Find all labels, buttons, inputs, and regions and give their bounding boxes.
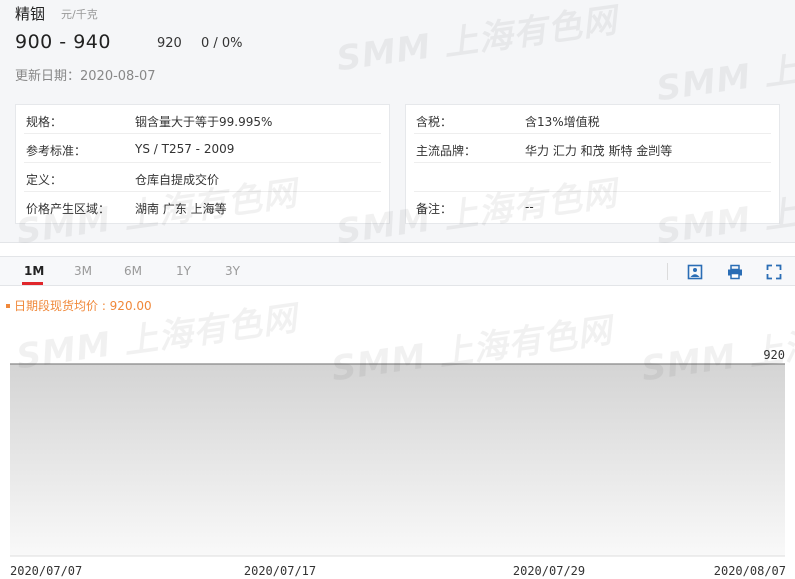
- info-row-brands: 主流品牌： 华力 汇力 和茂 斯特 金剀等: [414, 134, 771, 163]
- info-row-empty: [414, 163, 771, 192]
- info-row-region: 价格产生区域： 湖南 广东 上海等: [24, 192, 381, 221]
- info-label: 含税：: [416, 115, 453, 129]
- info-label: 参考标准：: [26, 144, 87, 158]
- price-unit: 元/千克: [61, 8, 98, 21]
- spec-info-left: 规格： 铟含量大于等于99.995% 参考标准： YS / T257 - 200…: [15, 104, 390, 224]
- price-change: 0 / 0%: [201, 36, 243, 51]
- info-value: 仓库自提成交价: [135, 173, 220, 187]
- info-label: 定义：: [26, 173, 63, 187]
- info-value: 含13%增值税: [525, 115, 600, 129]
- info-value: 铟含量大于等于99.995%: [135, 115, 273, 129]
- info-label: 备注：: [416, 202, 453, 216]
- update-date: 更新日期：2020-08-07: [15, 69, 156, 84]
- info-row-definition: 定义： 仓库自提成交价: [24, 163, 381, 192]
- spec-info-right: 含税： 含13%增值税 主流品牌： 华力 汇力 和茂 斯特 金剀等 备注： --: [405, 104, 780, 224]
- info-row-spec: 规格： 铟含量大于等于99.995%: [24, 105, 381, 134]
- info-row-standard: 参考标准： YS / T257 - 2009: [24, 134, 381, 163]
- price-range: 900 - 940: [15, 31, 111, 53]
- info-label: 价格产生区域：: [26, 202, 111, 216]
- y-tick-label: 920: [763, 348, 785, 362]
- x-tick-label: 2020/07/29: [513, 564, 585, 578]
- price-area-chart: 920 2020/07/07 2020/07/17 2020/07/29 2020/08…: [10, 348, 786, 578]
- x-tick-label: 2020/08/07: [714, 564, 786, 578]
- info-label: 主流品牌：: [416, 144, 477, 158]
- info-row-tax: 含税： 含13%增值税: [414, 105, 771, 134]
- info-row-remark: 备注： --: [414, 192, 771, 221]
- info-value: YS / T257 - 2009: [135, 142, 235, 156]
- info-label: 规格：: [26, 115, 63, 129]
- series-area: [10, 364, 785, 556]
- x-tick-label: 2020/07/07: [10, 564, 82, 578]
- info-value: --: [525, 200, 534, 214]
- x-tick-label: 2020/07/17: [244, 564, 316, 578]
- average-price: 920: [157, 36, 182, 51]
- info-value: 华力 汇力 和茂 斯特 金剀等: [525, 144, 673, 158]
- info-value: 湖南 广东 上海等: [135, 202, 227, 216]
- price-summary-panel: 精铟 元/千克 900 - 940 920 0 / 0% 更新日期：2020-0…: [0, 0, 795, 243]
- product-title: 精铟: [15, 5, 46, 23]
